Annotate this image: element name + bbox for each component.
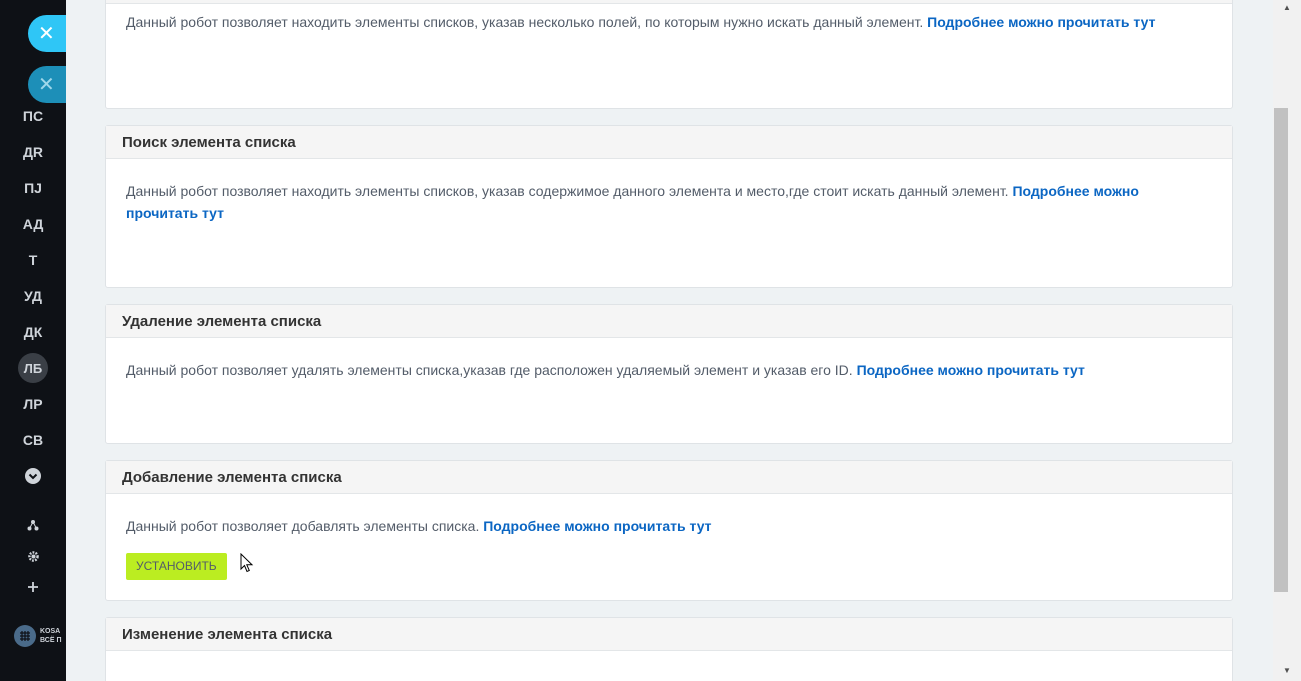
card-text: Данный робот позволяет находить элементы… (126, 14, 928, 30)
scroll-down-arrow-icon[interactable]: ▼ (1273, 663, 1301, 677)
read-more-link[interactable]: Подробнее можно прочитать тут (927, 14, 1155, 30)
scroll-up-arrow-icon[interactable]: ▲ (1273, 0, 1301, 14)
robot-card-multi-field-search: Данный робот позволяет находить элементы… (105, 0, 1233, 109)
card-description: Данный робот позволяет добавлять элемент… (106, 494, 1232, 580)
sidebar-item-ad[interactable]: АД (12, 210, 54, 238)
vertical-scrollbar[interactable]: ▲ ▼ (1273, 0, 1301, 681)
company-logo[interactable]: KOSA ВСЁ П (14, 625, 62, 647)
logo-emblem-icon (14, 625, 36, 647)
card-title: Добавление элемента списка (106, 461, 1232, 494)
card-text: Данный робот позволяет находить элементы… (126, 183, 1013, 199)
slider-close-button[interactable]: ✕ (28, 15, 66, 52)
main-content: Данный робот позволяет находить элементы… (66, 0, 1273, 681)
card-title: Изменение элемента списка (106, 618, 1232, 651)
card-description: Данный робот позволяет находить элементы… (106, 159, 1232, 224)
sidebar-item-lr[interactable]: ЛР (12, 390, 54, 418)
robot-card-search-list-element: Поиск элемента списка Данный робот позво… (105, 125, 1233, 288)
scrollbar-thumb[interactable] (1274, 108, 1288, 592)
plus-icon[interactable] (24, 578, 42, 596)
robot-card-delete-list-element: Удаление элемента списка Данный робот по… (105, 304, 1233, 444)
card-text: Данный робот позволяет добавлять элемент… (126, 518, 484, 534)
sidebar-item-ud[interactable]: УД (12, 282, 54, 310)
gear-icon[interactable] (24, 547, 42, 565)
sidebar-item-ps[interactable]: ПС (12, 102, 54, 130)
close-icon: ✕ (38, 74, 55, 96)
card-description: Данный робот позволяет находить элементы… (106, 4, 1232, 33)
sidebar-item-t[interactable]: Т (12, 246, 54, 274)
robot-card-edit-list-element: Изменение элемента списка (105, 617, 1233, 681)
slider-close-button-secondary[interactable]: ✕ (28, 66, 66, 103)
card-title: Поиск элемента списка (106, 126, 1232, 159)
logo-text: KOSA ВСЁ П (40, 628, 62, 644)
card-text: Данный робот позволяет удалять элементы … (126, 362, 857, 378)
robot-card-add-list-element: Добавление элемента списка Данный робот … (105, 460, 1233, 601)
read-more-link[interactable]: Подробнее можно прочитать тут (857, 362, 1085, 378)
install-button[interactable]: УСТАНОВИТЬ (126, 553, 227, 580)
card-title: Удаление элемента списка (106, 305, 1232, 338)
read-more-link[interactable]: Подробнее можно прочитать тут (483, 518, 711, 534)
sidebar-item-dr[interactable]: ДR (12, 138, 54, 166)
sidebar-item-pj[interactable]: ПJ (12, 174, 54, 202)
card-description: Данный робот позволяет удалять элементы … (106, 338, 1232, 381)
sidebar-item-dk[interactable]: ДК (12, 318, 54, 346)
close-icon: ✕ (38, 23, 55, 45)
chevron-down-icon[interactable] (24, 467, 42, 485)
sidebar-item-sv[interactable]: СВ (12, 426, 54, 454)
mouse-cursor-icon (240, 552, 254, 573)
sitemap-icon[interactable] (24, 516, 42, 534)
sidebar-item-lb[interactable]: ЛБ (18, 353, 48, 383)
